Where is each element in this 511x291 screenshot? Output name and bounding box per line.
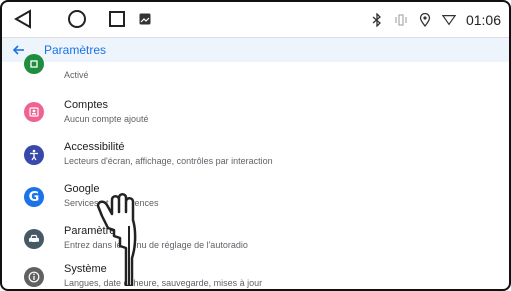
location-icon — [418, 13, 432, 27]
settings-list: Activé Comptes Aucun compte ajouté Acces… — [0, 54, 511, 291]
pointing-hand-icon — [96, 193, 137, 286]
settings-item-accessibility[interactable]: Accessibilité Lecteurs d'écran, affichag… — [0, 138, 511, 178]
item-subtitle: Lecteurs d'écran, affichage, contrôles p… — [64, 156, 273, 166]
settings-item-radio-settings[interactable]: Paramètres Entrez dans le menu de réglag… — [0, 222, 511, 262]
settings-item-accounts[interactable]: Comptes Aucun compte ajouté — [0, 96, 511, 136]
green-badge-icon — [24, 54, 44, 74]
settings-item-google[interactable]: G Google Services et préférences — [0, 180, 511, 220]
screenshot-notification-icon — [134, 8, 156, 30]
wifi-icon — [441, 13, 456, 27]
back-nav-icon[interactable] — [12, 8, 34, 30]
home-nav-icon[interactable] — [66, 8, 88, 30]
recents-nav-icon[interactable] — [106, 8, 128, 30]
account-card-icon — [24, 102, 44, 122]
navigation-status-bar: 01:06 — [0, 0, 511, 38]
item-subtitle: Activé — [64, 70, 89, 80]
item-subtitle: Aucun compte ajouté — [64, 114, 149, 124]
item-title: Accessibilité — [64, 141, 125, 153]
android-screen: 01:06 Paramètres Activé Comptes Aucun co… — [0, 0, 511, 291]
status-indicators: 01:06 — [370, 10, 501, 30]
status-time: 01:06 — [465, 12, 501, 28]
bluetooth-icon — [370, 13, 384, 27]
settings-item-system[interactable]: Système Langues, date et heure, sauvegar… — [0, 260, 511, 291]
info-icon — [24, 267, 44, 287]
google-icon: G — [24, 187, 44, 207]
settings-item-active[interactable]: Activé — [0, 54, 511, 94]
car-icon — [24, 229, 44, 249]
accessibility-icon — [24, 145, 44, 165]
item-title: Comptes — [64, 99, 109, 111]
vibrate-icon — [394, 13, 408, 27]
